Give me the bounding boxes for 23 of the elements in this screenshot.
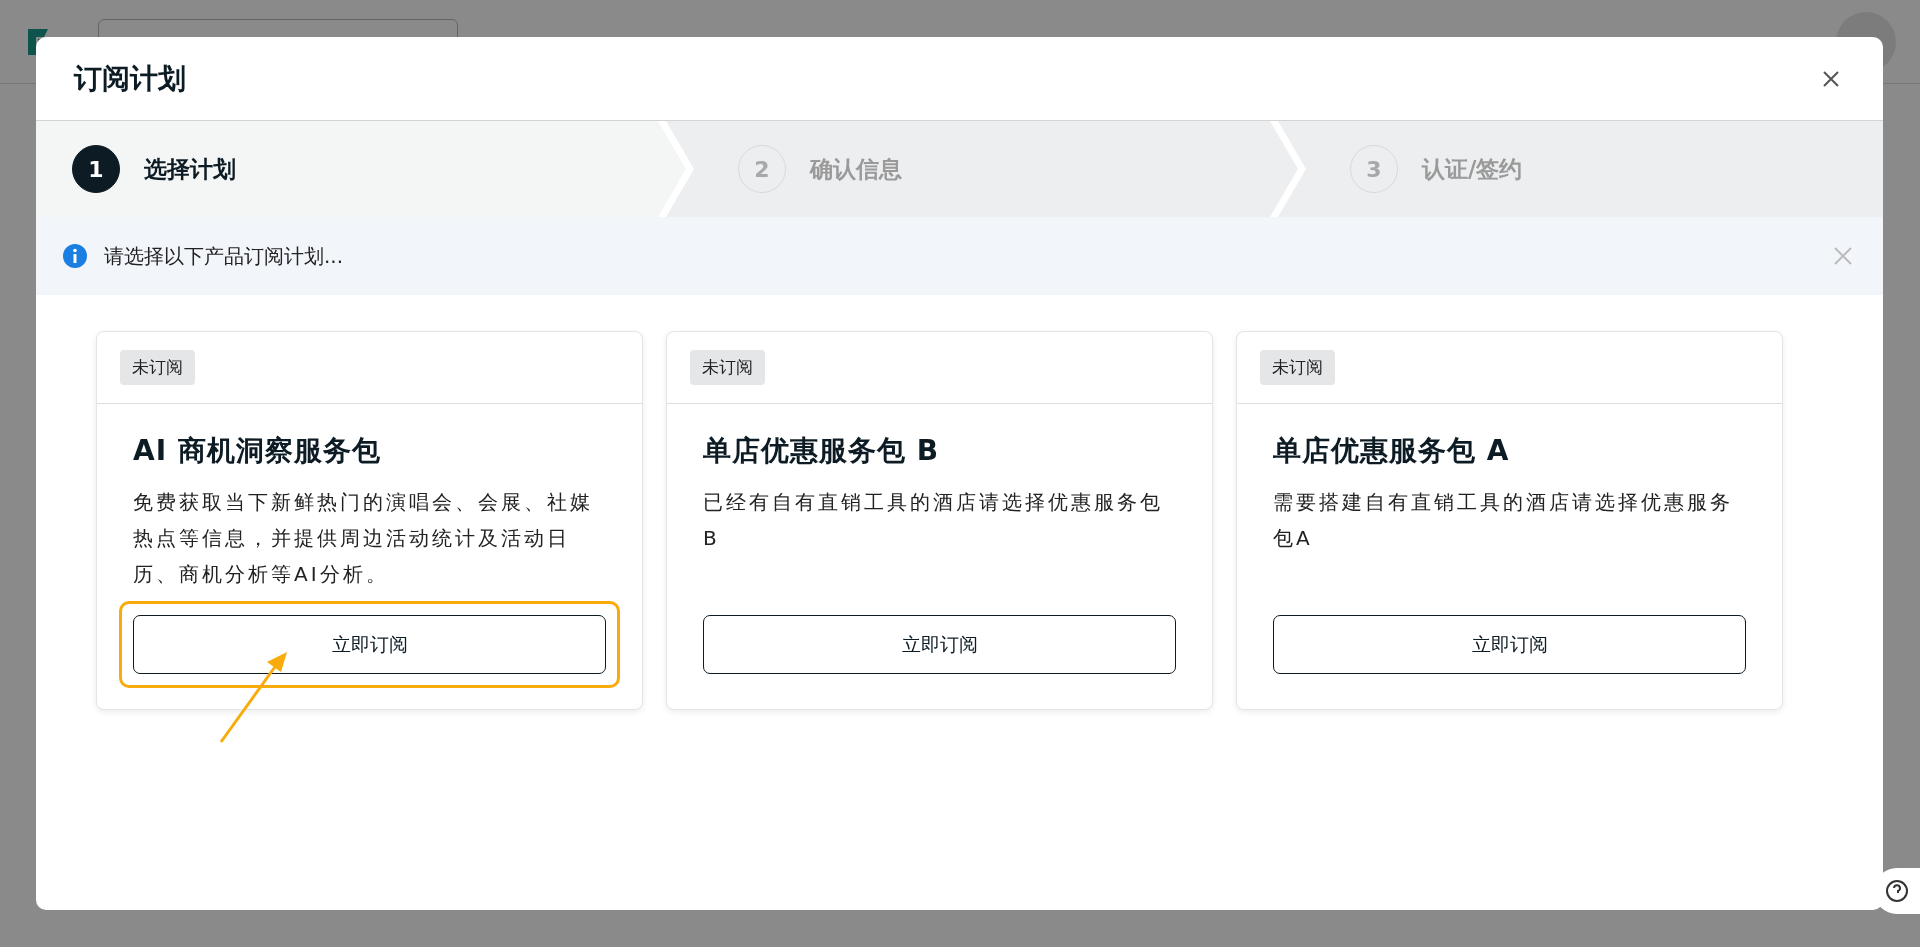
plan-title: 单店优惠服务包 A [1273,434,1511,468]
status-tag: 未订阅 [120,349,195,386]
subscribe-button[interactable]: 立即订阅 [703,615,1176,674]
step-label: 认证/签约 [1422,154,1523,184]
step-tab[interactable]: 1 选择计划 [36,121,686,217]
alert-text: 请选择以下产品订阅计划... [104,243,344,270]
plan-title: 单店优惠服务包 B [703,434,941,468]
status-tag: 未订阅 [690,349,765,386]
step-label: 确认信息 [810,154,902,184]
status-tag: 未订阅 [1260,349,1335,386]
plan-description: 已经有自有直销工具的酒店请选择优惠服务包B [703,488,1164,552]
info-icon [62,243,88,269]
plan-title: AI 商机洞察服务包 [133,434,382,468]
step-label: 选择计划 [144,154,236,184]
dialog-title: 订阅计划 [74,61,186,96]
plan-description: 需要搭建自有直销工具的酒店请选择优惠服务包A [1273,488,1734,552]
subscribe-button[interactable]: 立即订阅 [133,615,606,674]
step-number: 1 [72,145,120,193]
subscribe-button[interactable]: 立即订阅 [1273,615,1746,674]
plan-description: 免费获取当下新鲜热门的演唱会、会展、社媒热点等信息，并提供周边活动统计及活动日历、商机分析等AI分析。 [133,488,594,588]
close-icon [1833,246,1853,266]
close-icon [1821,68,1841,89]
help-icon [1885,879,1909,903]
